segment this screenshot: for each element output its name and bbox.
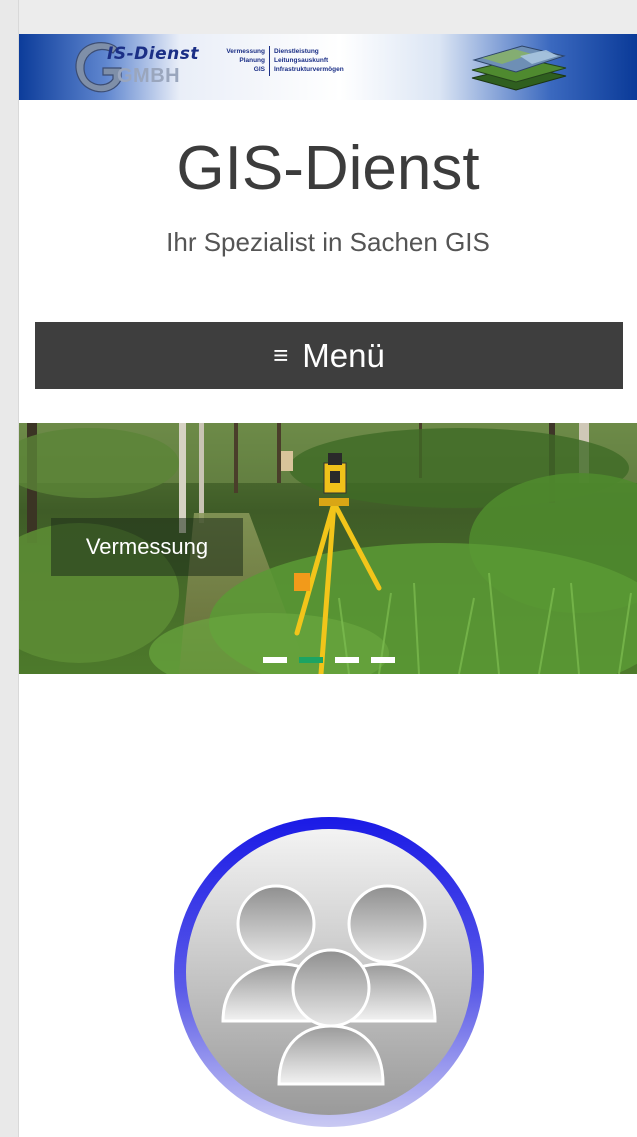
tagline-left-item: GIS <box>253 66 265 73</box>
tagline-left-item: Planung <box>239 57 265 64</box>
page-top-gap <box>19 0 637 34</box>
map-layers-icon <box>471 45 567 91</box>
menu-toggle-button[interactable]: ≡ Menü <box>35 322 623 389</box>
site-title: GIS-Dienst <box>176 134 480 203</box>
menu-label: Menü <box>302 336 385 374</box>
tagline-divider <box>269 46 270 76</box>
slide-caption[interactable]: Vermessung <box>51 518 243 576</box>
slider-dot-3[interactable] <box>335 657 359 663</box>
hamburger-icon: ≡ <box>273 340 289 370</box>
header-banner[interactable]: IS-Dienst GMBH Vermessung Planung GIS Di… <box>19 34 637 100</box>
slider-dot-4[interactable] <box>371 657 395 663</box>
team-icon <box>174 817 484 1127</box>
logo-text-top: IS-Dienst <box>107 44 199 64</box>
slider-dot-1[interactable] <box>263 657 287 663</box>
tagline-left: Vermessung Planung GIS <box>199 47 265 74</box>
tagline-right-item: Infrastrukturvermögen <box>274 66 344 73</box>
logo-text-bottom: GMBH <box>117 65 181 87</box>
tagline-right: Dienstleistung Leitungsauskunft Infrastr… <box>274 47 394 74</box>
slider-dots <box>263 657 395 663</box>
tagline-right-item: Leitungsauskunft <box>274 57 329 64</box>
tagline-right-item: Dienstleistung <box>274 48 319 55</box>
slider-dot-2[interactable] <box>299 657 323 663</box>
site-subtitle: Ihr Spezialist in Sachen GIS <box>166 227 490 257</box>
page: IS-Dienst GMBH Vermessung Planung GIS Di… <box>19 0 637 1137</box>
image-slider[interactable]: Vermessung <box>19 423 637 674</box>
tagline-left-item: Vermessung <box>226 48 265 55</box>
